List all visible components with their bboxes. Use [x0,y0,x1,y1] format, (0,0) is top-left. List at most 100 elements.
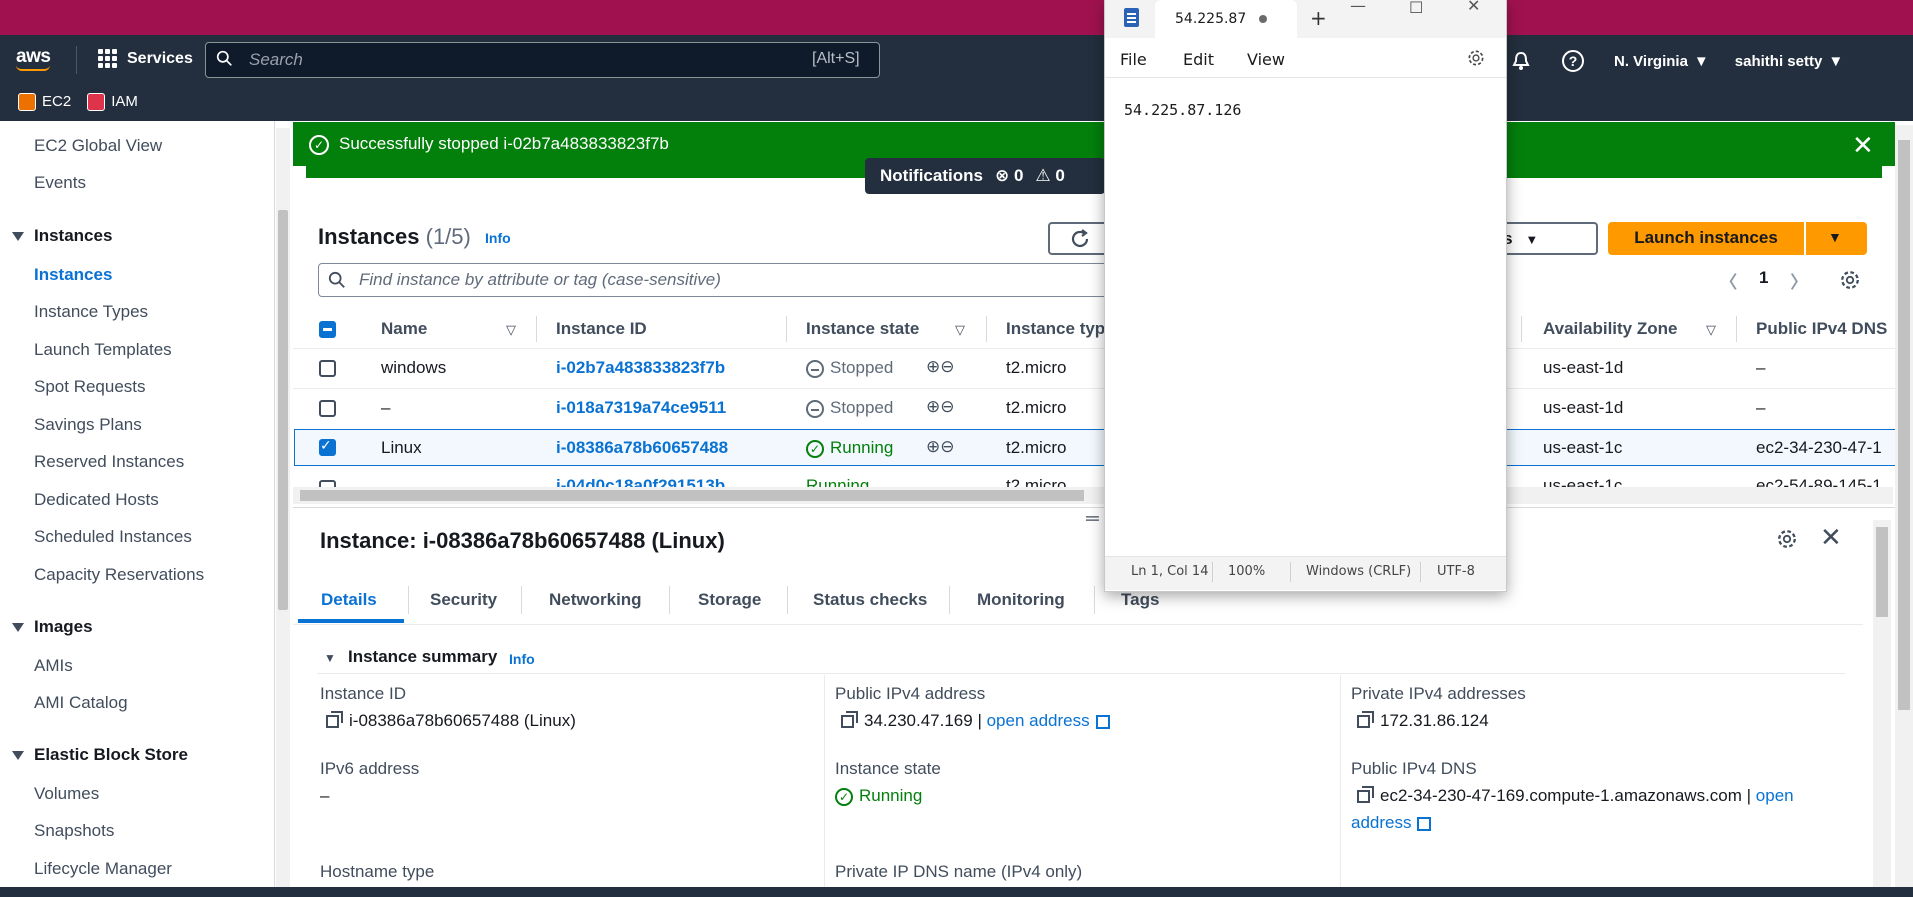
nav-snapshots[interactable]: Snapshots [34,821,114,841]
nav-volumes[interactable]: Volumes [34,784,99,804]
refresh-button[interactable] [1048,222,1108,255]
open-address-link[interactable]: open address [987,711,1090,730]
nav-section-instances[interactable]: Instances [12,226,112,246]
menu-file[interactable]: File [1120,50,1147,69]
sort-caret-icon[interactable]: ▽ [506,322,516,338]
launch-instances-button[interactable]: Launch instances [1608,222,1804,255]
nav-lifecycle-manager[interactable]: Lifecycle Manager [34,859,172,879]
sort-caret-icon[interactable]: ▽ [955,322,965,338]
notepad-app-icon [1124,8,1139,27]
nav-amis[interactable]: AMIs [34,656,73,676]
maximize-icon[interactable]: ☐ [1409,0,1423,17]
nav-section-images[interactable]: Images [12,617,93,637]
new-tab-icon[interactable]: + [1310,6,1327,30]
tab-details[interactable]: Details [321,590,377,610]
favorite-ec2[interactable]: EC2 [18,93,71,112]
sort-caret-icon[interactable]: ▽ [1706,322,1716,338]
external-link-icon[interactable] [1095,714,1110,729]
nav-ec2-global-view[interactable]: EC2 Global View [34,136,162,156]
column-header-instance-id[interactable]: Instance ID [556,319,647,339]
notepad-window[interactable] [1104,0,1507,592]
zoom-in-out-icons[interactable]: ⊕⊖ [926,357,955,377]
nav-reserved-instances[interactable]: Reserved Instances [34,452,184,472]
column-header-availability-zone[interactable]: Availability Zone [1543,319,1677,339]
row-checkbox[interactable] [319,480,336,487]
menu-edit[interactable]: Edit [1183,50,1214,69]
row-checkbox[interactable] [319,360,336,377]
bell-icon[interactable] [1510,50,1532,72]
info-link[interactable]: Info [485,230,511,246]
instance-id-link[interactable]: i-08386a78b60657488 [556,438,728,458]
menu-view[interactable]: View [1247,50,1285,69]
expand-caret-icon[interactable]: ▼ [324,651,336,665]
account-menu[interactable]: sahithi setty [1735,53,1823,70]
close-icon[interactable]: ✕ [1820,522,1842,553]
help-icon[interactable]: ? [1562,50,1584,72]
notepad-text-content[interactable]: 54.225.87.126 [1124,101,1241,119]
detail-scrollbar-thumb[interactable] [1876,527,1888,617]
external-link-icon[interactable] [1417,816,1432,831]
services-menu-button[interactable]: Services [98,49,193,68]
page-scrollbar-thumb[interactable] [1898,140,1910,710]
zoom-in-out-icons[interactable]: ⊕⊖ [926,437,955,457]
close-icon[interactable]: ✕ [1852,130,1874,161]
row-checkbox[interactable]: ✓ [319,437,336,456]
nav-scheduled-instances[interactable]: Scheduled Instances [34,527,192,547]
favorite-iam[interactable]: IAM [87,93,138,112]
info-link[interactable]: Info [509,651,535,667]
nav-spot-requests[interactable]: Spot Requests [34,377,146,397]
settings-gear-icon[interactable] [1466,48,1486,68]
column-header-public-dns[interactable]: Public IPv4 DNS [1756,319,1887,339]
instance-summary-heading[interactable]: Instance summary [348,647,497,667]
tab-tags[interactable]: Tags [1121,590,1159,610]
tab-networking[interactable]: Networking [549,590,642,610]
copy-icon[interactable] [1357,786,1374,804]
table-scrollbar-thumb[interactable] [300,490,1084,501]
zoom-in-out-icons[interactable]: ⊕⊖ [926,397,955,417]
gear-icon[interactable] [1776,528,1798,550]
tab-monitoring[interactable]: Monitoring [977,590,1065,610]
column-header-name[interactable]: Name [381,319,427,339]
nav-instance-types[interactable]: Instance Types [34,302,148,322]
aws-logo[interactable]: aws [16,46,51,71]
nav-section-label: Images [34,617,93,636]
copy-icon[interactable] [326,711,343,729]
open-address-link[interactable]: address [1351,813,1411,832]
copy-icon[interactable] [1357,711,1374,729]
bottom-bar [0,887,1913,897]
table-row-selected[interactable] [294,429,1900,466]
next-page-icon[interactable]: 〉 [1790,268,1807,293]
copy-icon[interactable] [841,711,858,729]
select-all-checkbox[interactable] [319,321,336,338]
minimize-icon[interactable]: — [1350,0,1366,15]
nav-dedicated-hosts[interactable]: Dedicated Hosts [34,490,159,510]
close-window-icon[interactable]: ✕ [1467,0,1480,15]
search-input[interactable] [205,42,880,78]
tab-security[interactable]: Security [430,590,497,610]
gear-icon[interactable] [1839,269,1861,291]
nav-savings-plans[interactable]: Savings Plans [34,415,142,435]
launch-instances-dropdown[interactable]: ▼ [1806,222,1867,255]
tab-status-checks[interactable]: Status checks [813,590,927,610]
instance-id-link[interactable]: i-018a7319a74ce9511 [556,398,726,418]
nav-ami-catalog[interactable]: AMI Catalog [34,693,128,713]
tab-storage[interactable]: Storage [698,590,761,610]
current-page[interactable]: 1 [1759,268,1768,293]
notifications-bar[interactable]: Notifications ⊗ 0 ⚠ 0 [865,158,1105,194]
prev-page-icon[interactable]: 〈 [1720,268,1737,293]
instance-id-link[interactable]: i-04d0c18a0f291513b [556,476,725,487]
nav-launch-templates[interactable]: Launch Templates [34,340,172,360]
open-address-link[interactable]: open [1756,786,1794,805]
column-header-instance-state[interactable]: Instance state [806,319,919,339]
instance-id-link[interactable]: i-02b7a483833823f7b [556,358,725,378]
nav-capacity-reservations[interactable]: Capacity Reservations [34,565,204,585]
nav-instances[interactable]: Instances [34,265,112,285]
unsaved-dot-icon[interactable] [1259,15,1267,23]
drag-handle-icon[interactable]: ═ [1086,508,1099,529]
nav-scrollbar-thumb[interactable] [278,210,288,610]
column-header-instance-type[interactable]: Instance typ [1006,319,1105,339]
region-selector[interactable]: N. Virginia [1614,53,1688,70]
row-checkbox[interactable] [319,400,336,417]
nav-section-ebs[interactable]: Elastic Block Store [12,745,188,765]
nav-events[interactable]: Events [34,173,86,193]
